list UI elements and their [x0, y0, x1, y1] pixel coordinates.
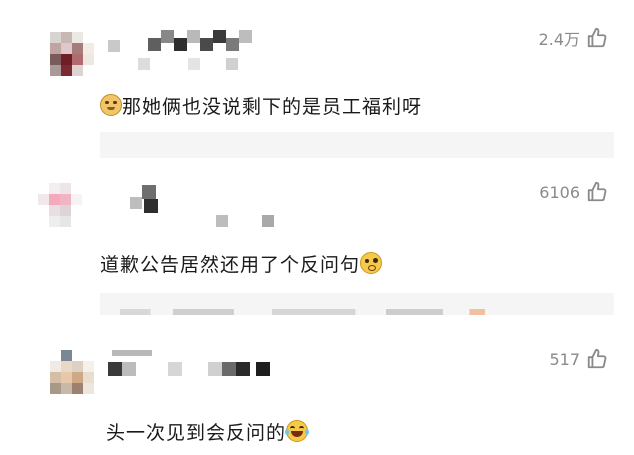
like-count: 2.4万 [538, 30, 580, 49]
comment-text: 道歉公告居然还用了个反问句 [100, 250, 383, 277]
comment-text: 那她俩也没说剩下的是员工福利呀 [100, 92, 422, 119]
reply-preview-box[interactable] [100, 293, 614, 315]
username-blurred[interactable] [104, 350, 284, 376]
laugh-emoji [285, 420, 310, 442]
like-count: 6106 [539, 182, 580, 202]
like-control[interactable]: 2.4万 [539, 26, 608, 50]
comment-text-content: 道歉公告居然还用了个反问句 [100, 254, 361, 276]
comment-item: 6106 道歉公告居然还用了个反问句 [0, 165, 634, 315]
username-blurred[interactable] [130, 185, 280, 227]
comment-text-content: 那她俩也没说剩下的是员工福利呀 [122, 96, 423, 118]
thumbs-up-icon[interactable] [586, 348, 608, 370]
like-control[interactable]: 6106 [539, 181, 608, 203]
avatar[interactable] [50, 350, 94, 394]
like-count: 517 [549, 349, 580, 369]
reply-preview-box[interactable] [100, 132, 614, 158]
comment-item: 517 头一次见到会反问的 [0, 340, 634, 455]
comment-item: 2.4万 那她俩也没说剩下的是员工福利呀 [0, 0, 634, 160]
doubt-emoji [360, 252, 383, 274]
avatar[interactable] [38, 183, 82, 227]
username-blurred[interactable] [108, 30, 258, 70]
thumbs-up-icon[interactable] [586, 27, 608, 49]
avatar[interactable] [50, 32, 94, 76]
doge-emoji [100, 94, 122, 116]
comment-text: 头一次见到会反问的 [106, 418, 310, 445]
like-control[interactable]: 517 [549, 348, 608, 370]
comment-text-content: 头一次见到会反问的 [106, 422, 287, 444]
thumbs-up-icon[interactable] [586, 181, 608, 203]
